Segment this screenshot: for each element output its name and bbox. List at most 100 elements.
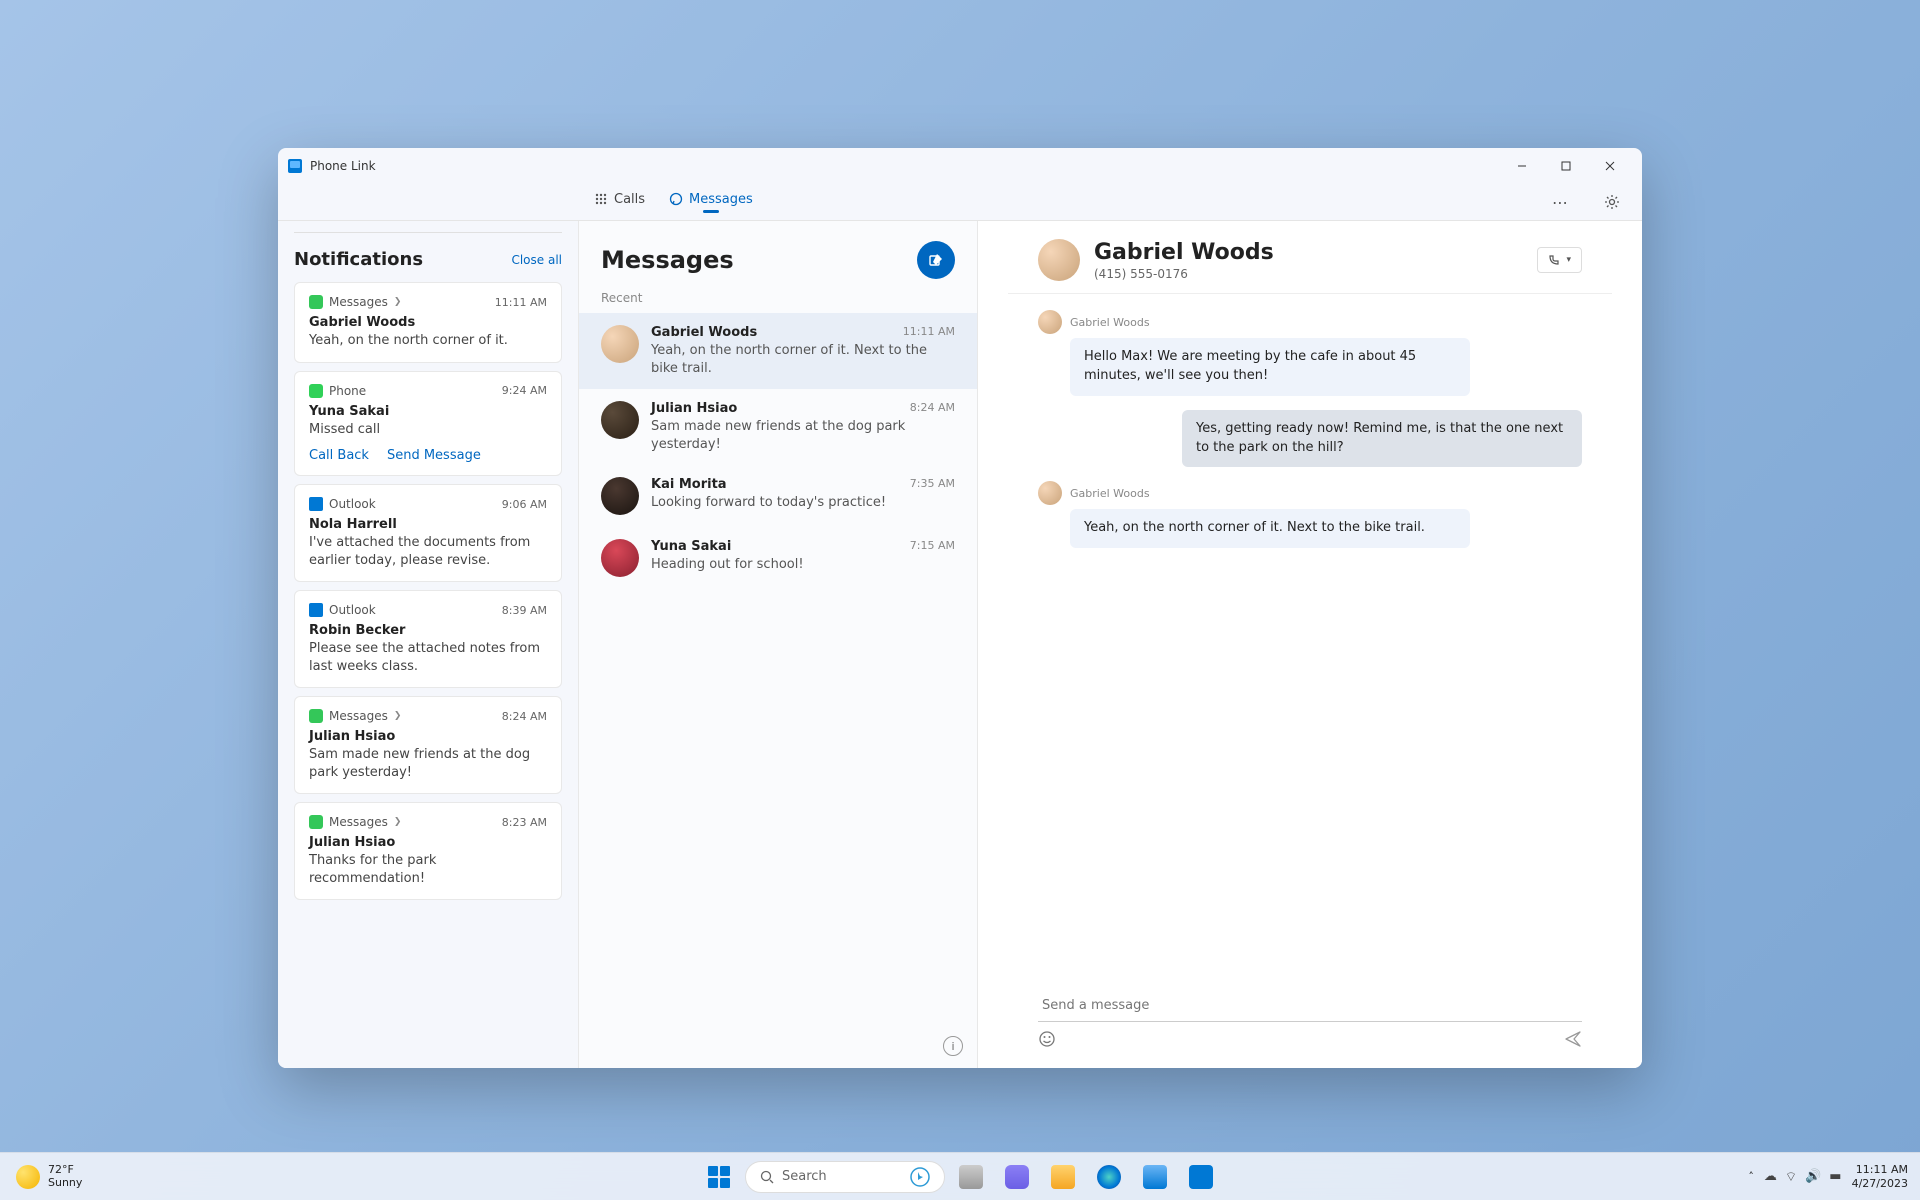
- phone-link-taskbar-button[interactable]: [1181, 1157, 1221, 1197]
- weather-widget[interactable]: 72°F Sunny: [0, 1164, 98, 1188]
- chat-panel: Gabriel Woods (415) 555-0176 ▾ Gabriel W…: [978, 221, 1642, 1068]
- battery-tray-icon: ▬: [1829, 1169, 1841, 1185]
- taskbar: 72°F Sunny Search ˄ ☁ ⌔ 🔊 ▬ 11:11 AM 4/2…: [0, 1152, 1920, 1200]
- store-button[interactable]: [1135, 1157, 1175, 1197]
- sidebar: Max's iPhone ⌘ Connected 100%: [278, 221, 578, 1068]
- tray-chevron[interactable]: ˄: [1748, 1170, 1754, 1183]
- call-back-button[interactable]: Call Back: [309, 448, 369, 463]
- recent-label: Recent: [579, 287, 977, 313]
- task-view-button[interactable]: [951, 1157, 991, 1197]
- call-dropdown[interactable]: ▾: [1537, 247, 1582, 273]
- edge-icon: [1097, 1165, 1121, 1189]
- messages-app-icon: [309, 815, 323, 829]
- notification-item[interactable]: Messages❯8:24 AM Julian Hsiao Sam made n…: [294, 696, 562, 794]
- avatar: [601, 325, 639, 363]
- file-explorer-button[interactable]: [1043, 1157, 1083, 1197]
- taskbar-center: Search: [699, 1157, 1221, 1197]
- avatar: [1038, 310, 1062, 334]
- messages-app-icon: [309, 295, 323, 309]
- notifications-list[interactable]: Messages❯11:11 AM Gabriel Woods Yeah, on…: [294, 282, 562, 1068]
- compose-icon: [928, 252, 944, 268]
- tab-messages[interactable]: Messages: [669, 192, 753, 213]
- minimize-button[interactable]: [1500, 151, 1544, 181]
- message-bubble-in: Hello Max! We are meeting by the cafe in…: [1070, 338, 1470, 396]
- status-row: ⌘ Connected 100%: [294, 221, 562, 233]
- chevron-right-icon: ❯: [394, 711, 402, 721]
- message-bubble-out: Yes, getting ready now! Remind me, is th…: [1182, 410, 1582, 468]
- tab-row: Calls Messages ⋯: [578, 184, 1642, 220]
- bing-icon: [910, 1167, 930, 1187]
- start-button[interactable]: [699, 1157, 739, 1197]
- avatar: [601, 477, 639, 515]
- edge-button[interactable]: [1089, 1157, 1129, 1197]
- wifi-icon: ⌔: [1785, 1169, 1797, 1185]
- conversation-item[interactable]: Gabriel Woods11:11 AM Yeah, on the north…: [579, 313, 977, 389]
- search-icon: [760, 1170, 774, 1184]
- volume-icon: 🔊: [1805, 1169, 1821, 1185]
- gear-icon: [1604, 194, 1620, 210]
- phone-call-icon: [1548, 254, 1560, 266]
- conversation-item[interactable]: Kai Morita7:35 AM Looking forward to tod…: [579, 465, 977, 527]
- notification-item[interactable]: Outlook8:39 AM Robin Becker Please see t…: [294, 590, 562, 688]
- message-bubble-in: Yeah, on the north corner of it. Next to…: [1070, 509, 1470, 548]
- chat-body[interactable]: Gabriel Woods Hello Max! We are meeting …: [978, 294, 1642, 976]
- contact-avatar: [1038, 239, 1080, 281]
- avatar: [601, 401, 639, 439]
- tab-calls[interactable]: Calls: [594, 192, 645, 213]
- titlebar[interactable]: Phone Link: [278, 148, 1642, 184]
- dialpad-icon: [594, 192, 608, 206]
- messages-title: Messages: [601, 246, 734, 274]
- clock[interactable]: 11:11 AM 4/27/2023: [1852, 1163, 1908, 1189]
- messages-app-icon: [309, 709, 323, 723]
- notification-item[interactable]: Messages❯8:23 AM Julian Hsiao Thanks for…: [294, 802, 562, 900]
- tray-icons[interactable]: ☁ ⌔ 🔊 ▬: [1764, 1169, 1842, 1185]
- notifications-title: Notifications: [294, 249, 423, 270]
- contact-phone: (415) 555-0176: [1094, 267, 1523, 281]
- chat-input-area: [978, 976, 1642, 1068]
- teams-chat-icon: [1005, 1165, 1029, 1189]
- compose-button[interactable]: [917, 241, 955, 279]
- folder-icon: [1051, 1165, 1075, 1189]
- chevron-down-icon: ▾: [1566, 255, 1571, 265]
- message-input[interactable]: [1038, 990, 1582, 1022]
- task-view-icon: [959, 1165, 983, 1189]
- info-button[interactable]: i: [943, 1036, 963, 1056]
- phone-link-icon: [1189, 1165, 1213, 1189]
- send-message-button[interactable]: Send Message: [387, 448, 481, 463]
- close-all-button[interactable]: Close all: [511, 253, 562, 267]
- onedrive-icon: ☁: [1764, 1169, 1777, 1185]
- app-icon: [288, 159, 302, 173]
- phone-app-icon: [309, 384, 323, 398]
- store-icon: [1143, 1165, 1167, 1189]
- phone-link-window: Phone Link Calls Messages ⋯ Max's iP: [278, 148, 1642, 1068]
- avatar: [1038, 481, 1062, 505]
- maximize-button[interactable]: [1544, 151, 1588, 181]
- outlook-app-icon: [309, 603, 323, 617]
- conversation-item[interactable]: Yuna Sakai7:15 AM Heading out for school…: [579, 527, 977, 589]
- close-button[interactable]: [1588, 151, 1632, 181]
- chat-header: Gabriel Woods (415) 555-0176 ▾: [1008, 221, 1612, 294]
- more-button[interactable]: ⋯: [1546, 188, 1574, 216]
- send-button[interactable]: [1564, 1030, 1582, 1048]
- chat-icon: [669, 192, 683, 206]
- messages-list-panel: Messages Recent Gabriel Woods11:11 AM Ye…: [578, 221, 978, 1068]
- window-title: Phone Link: [310, 159, 1500, 173]
- taskbar-search[interactable]: Search: [745, 1161, 945, 1193]
- outlook-app-icon: [309, 497, 323, 511]
- weather-icon: [16, 1165, 40, 1189]
- send-icon: [1564, 1030, 1582, 1048]
- windows-icon: [708, 1166, 730, 1188]
- notification-item[interactable]: Outlook9:06 AM Nola Harrell I've attache…: [294, 484, 562, 582]
- notification-item[interactable]: Messages❯11:11 AM Gabriel Woods Yeah, on…: [294, 282, 562, 363]
- conversation-item[interactable]: Julian Hsiao8:24 AM Sam made new friends…: [579, 389, 977, 465]
- emoji-button[interactable]: [1038, 1030, 1056, 1048]
- chevron-right-icon: ❯: [394, 817, 402, 827]
- chevron-right-icon: ❯: [394, 297, 402, 307]
- contact-name: Gabriel Woods: [1094, 240, 1523, 265]
- system-tray: ˄ ☁ ⌔ 🔊 ▬ 11:11 AM 4/27/2023: [1748, 1163, 1908, 1189]
- emoji-icon: [1038, 1030, 1056, 1048]
- chat-button[interactable]: [997, 1157, 1037, 1197]
- avatar: [601, 539, 639, 577]
- notification-item[interactable]: Phone9:24 AM Yuna Sakai Missed call Call…: [294, 371, 562, 477]
- settings-button[interactable]: [1598, 188, 1626, 216]
